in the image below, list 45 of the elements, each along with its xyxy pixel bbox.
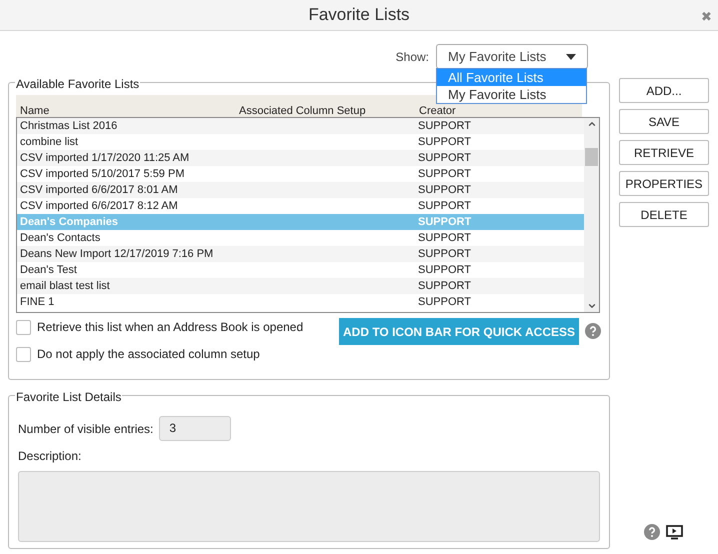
table-cell-text: Deans New Import 12/17/2019 7:16 PM xyxy=(20,246,214,262)
checkbox-label: Do not apply the associated column setup xyxy=(37,346,260,363)
entries-field[interactable]: 3 xyxy=(159,416,232,441)
field-label: Description: xyxy=(18,448,82,465)
table-row[interactable]: CSV imported 6/6/2017 8:01 AM SUPPORT xyxy=(17,182,584,198)
action-button[interactable]: ADD... xyxy=(619,78,709,103)
action-button[interactable]: DELETE xyxy=(619,202,709,227)
table-cell-text: Dean's Contacts xyxy=(20,230,102,246)
table-cell-text: SUPPORT xyxy=(418,278,471,294)
table-cell-text: SUPPORT xyxy=(418,118,471,134)
table-cell-text: CSV imported 1/17/2020 11:25 AM xyxy=(20,150,190,166)
table-cell-text: CSV imported 6/6/2017 8:12 AM xyxy=(20,198,179,214)
table-cell-text: SUPPORT xyxy=(418,262,471,278)
table-cell-text: email blast test list xyxy=(20,278,111,294)
table-cell-text: Dean's Companies xyxy=(20,214,119,230)
table-cell-text: SUPPORT xyxy=(418,166,471,182)
table-row[interactable]: Christmas List 2016 SUPPORT xyxy=(17,118,584,134)
table-cell-text: SUPPORT xyxy=(418,150,471,166)
table-row[interactable]: CSV imported 1/17/2020 11:25 AM SUPPORT xyxy=(17,150,584,166)
column-header: Creator xyxy=(419,105,456,117)
table-cell-text: FINE 1 xyxy=(20,294,56,310)
table-row[interactable]: email blast test list SUPPORT xyxy=(17,278,584,294)
table-cell-text: SUPPORT xyxy=(418,246,471,262)
table-cell-text: CSV imported 5/10/2017 5:59 PM xyxy=(20,166,186,182)
table-cell-text: SUPPORT xyxy=(418,214,472,230)
column-header: Associated Column Setup xyxy=(239,105,367,117)
table-cell-text: SUPPORT xyxy=(418,294,471,310)
table-cell-text: SUPPORT xyxy=(418,198,471,214)
table-row[interactable]: Deans New Import 12/17/2019 7:16 PM SUPPORT xyxy=(17,246,584,262)
table-cell-text: CSV imported 6/6/2017 8:01 AM xyxy=(20,182,179,198)
window-title: Favorite Lists xyxy=(308,4,410,26)
table-cell-text: SUPPORT xyxy=(418,134,471,150)
column-header: Name xyxy=(20,105,50,117)
action-button[interactable]: SAVE xyxy=(619,109,709,134)
table-cell-text: Dean's Test xyxy=(20,262,78,278)
show-label: Show: xyxy=(396,48,429,66)
action-button[interactable]: RETRIEVE xyxy=(619,140,709,165)
table-cell-text: combine list xyxy=(20,134,80,150)
dropdown-option[interactable]: My Favorite Lists xyxy=(437,86,586,103)
table-cell-text: SUPPORT xyxy=(418,182,471,198)
action-button[interactable]: PROPERTIES xyxy=(619,171,709,196)
checkbox-label: Retrieve this list when an Address Book is opened xyxy=(37,319,304,336)
table-cell-text: Christmas List 2016 xyxy=(20,118,118,134)
field-label: Number of visible entries: xyxy=(18,420,154,438)
table-cell-text: SUPPORT xyxy=(418,230,471,246)
